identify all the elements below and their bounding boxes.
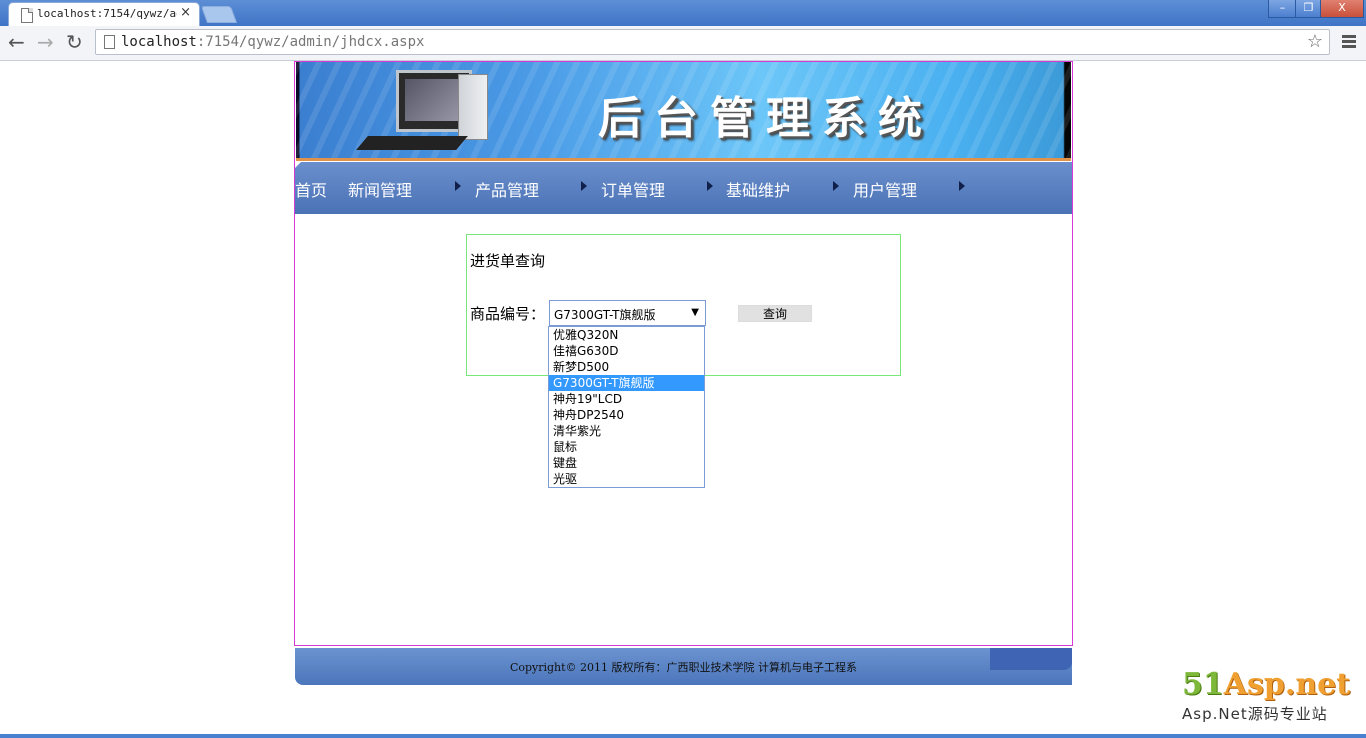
watermark-subtitle: Asp.Net源码专业站 xyxy=(1182,705,1328,723)
dropdown-option[interactable]: 佳禧G630D xyxy=(549,343,704,359)
computer-tower-icon xyxy=(458,74,488,140)
nav-item-news[interactable]: 新闻管理 xyxy=(348,177,412,201)
product-id-select[interactable]: G7300GT-T旗舰版 ▼ xyxy=(549,300,706,326)
dropdown-option[interactable]: 优雅Q320N xyxy=(549,327,704,343)
product-id-label: 商品编号： xyxy=(470,305,546,323)
back-icon[interactable]: ← xyxy=(8,31,25,53)
nav-item-users[interactable]: 用户管理 xyxy=(853,177,917,201)
address-bar[interactable]: localhost:7154/qywz/admin/jhdcx.aspx ☆ xyxy=(95,29,1330,55)
dropdown-option[interactable]: 键盘 xyxy=(549,455,704,471)
page-icon xyxy=(21,8,33,23)
url-text: localhost:7154/qywz/admin/jhdcx.aspx xyxy=(121,34,425,50)
nav-arrow-icon xyxy=(581,181,587,191)
taskbar-edge xyxy=(0,734,1366,738)
nav-arrow-icon xyxy=(959,181,965,191)
nav-arrow-icon xyxy=(707,181,713,191)
maximize-button[interactable]: ❐ xyxy=(1295,0,1322,18)
new-tab-button[interactable] xyxy=(200,6,238,23)
reload-icon[interactable]: ↻ xyxy=(66,31,83,53)
dropdown-option[interactable]: 清华紫光 xyxy=(549,423,704,439)
dropdown-option[interactable]: 神舟DP2540 xyxy=(549,407,704,423)
menu-icon[interactable] xyxy=(1342,35,1356,50)
query-button[interactable]: 查询 xyxy=(738,305,812,322)
dropdown-option[interactable]: 光驱 xyxy=(549,471,704,487)
selected-value: G7300GT-T旗舰版 xyxy=(554,308,656,322)
dropdown-option[interactable]: 新梦D500 xyxy=(549,359,704,375)
close-window-button[interactable]: X xyxy=(1320,0,1364,18)
keyboard-icon xyxy=(356,136,468,150)
nav-arrow-icon xyxy=(833,181,839,191)
nav-item-products[interactable]: 产品管理 xyxy=(475,177,539,201)
tab-title: localhost:7154/qywz/adm xyxy=(37,7,177,20)
dropdown-option-selected[interactable]: G7300GT-T旗舰版 xyxy=(549,375,704,391)
browser-toolbar: ← → ↻ localhost:7154/qywz/admin/jhdcx.as… xyxy=(0,26,1366,61)
banner-title: 后台管理系统 xyxy=(598,93,934,144)
watermark-logo: 51Asp.net xyxy=(1182,667,1351,702)
product-id-options[interactable]: 优雅Q320N 佳禧G630D 新梦D500 G7300GT-T旗舰版 神舟19… xyxy=(548,326,705,488)
forward-icon[interactable]: → xyxy=(37,31,54,53)
copyright-text: Copyright© 2011 版权所有：广西职业技术学院 计算机与电子工程系 xyxy=(509,661,858,674)
bookmark-star-icon[interactable]: ☆ xyxy=(1307,31,1323,52)
browser-tab[interactable]: localhost:7154/qywz/adm × xyxy=(8,2,200,26)
tab-close-icon[interactable]: × xyxy=(180,5,191,20)
browser-titlebar: localhost:7154/qywz/adm × – ❐ X xyxy=(0,0,1366,26)
dropdown-arrow-icon[interactable]: ▼ xyxy=(691,307,699,318)
nav-item-home[interactable]: 首页 xyxy=(295,177,327,201)
page-footer: Copyright© 2011 版权所有：广西职业技术学院 计算机与电子工程系 xyxy=(295,648,1072,685)
main-nav: 首页 新闻管理 产品管理 订单管理 基础维护 用户管理 xyxy=(295,162,1072,214)
header-banner: 后台管理系统 xyxy=(296,62,1071,161)
dropdown-option[interactable]: 鼠标 xyxy=(549,439,704,455)
query-title: 进货单查询 xyxy=(470,252,546,270)
nav-arrow-icon xyxy=(455,181,461,191)
nav-item-basic-maintenance[interactable]: 基础维护 xyxy=(726,177,790,201)
nav-item-orders[interactable]: 订单管理 xyxy=(601,177,665,201)
page-icon xyxy=(104,35,115,49)
dropdown-option[interactable]: 神舟19"LCD xyxy=(549,391,704,407)
minimize-button[interactable]: – xyxy=(1268,0,1297,18)
